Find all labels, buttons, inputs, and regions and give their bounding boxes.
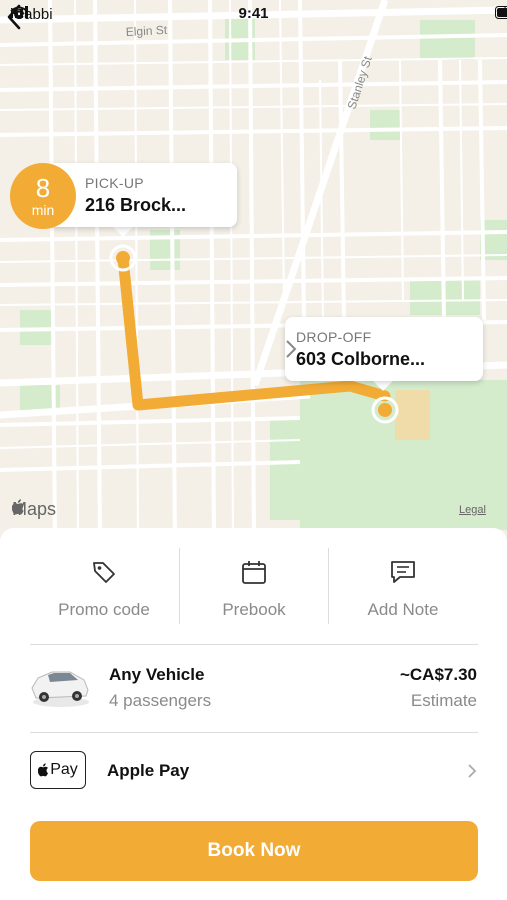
apple-pay-badge: Pay [30, 751, 86, 789]
promo-code-button[interactable]: Promo code [29, 548, 179, 628]
status-time: 9:41 [238, 5, 269, 22]
map-canvas: Elgin St Stanley St [0, 0, 507, 540]
vehicle-option[interactable]: Any Vehicle 4 passengers ~CA$7.30 Estima… [0, 646, 507, 732]
chevron-right-icon [286, 340, 297, 358]
fare-estimate-label: Estimate [410, 691, 477, 710]
apple-logo-icon [38, 763, 49, 777]
action-row: Promo code Prebook Add Note [0, 548, 507, 628]
legal-link[interactable]: Legal [459, 504, 486, 516]
apple-pay-badge-text: Pay [50, 761, 78, 778]
car-icon [31, 671, 89, 707]
pickup-address: 216 Brock... [85, 195, 187, 215]
back-arrow-icon[interactable] [0, 0, 30, 34]
add-note-button[interactable]: Add Note [328, 548, 478, 628]
note-icon [391, 561, 415, 583]
tag-icon [93, 562, 115, 583]
prebook-button[interactable]: Prebook [179, 548, 329, 628]
dropoff-label: DROP-OFF [296, 329, 372, 345]
eta-badge: 8 min [10, 163, 76, 229]
booking-sheet: Promo code Prebook Add Note Any Vehicle … [0, 528, 507, 900]
dropoff-address: 603 Colborne... [296, 349, 426, 369]
payment-method-name: Apple Pay [107, 761, 190, 780]
map-view[interactable]: Elgin St Stanley St iCabbi 9:41 8 min PI… [0, 0, 507, 540]
vehicle-name: Any Vehicle [109, 665, 205, 684]
eta-unit: min [31, 202, 55, 218]
add-note-label: Add Note [367, 600, 439, 619]
book-now-button[interactable]: Book Now [30, 821, 478, 881]
status-bar: iCabbi 9:41 [0, 0, 507, 30]
calendar-icon [242, 561, 266, 584]
pickup-callout[interactable]: PICK-UP 216 Brock... [48, 163, 237, 227]
promo-code-label: Promo code [58, 600, 150, 619]
dropoff-callout[interactable]: DROP-OFF 603 Colborne... [285, 317, 483, 381]
divider [30, 644, 478, 645]
eta-value: 8 [35, 173, 51, 203]
vehicle-passengers: 4 passengers [109, 691, 212, 710]
chevron-right-icon [468, 764, 477, 778]
pickup-label: PICK-UP [85, 175, 144, 191]
maps-attribution: Maps [12, 499, 56, 520]
payment-method-row[interactable]: Pay Apple Pay [0, 733, 507, 811]
prebook-label: Prebook [222, 600, 286, 619]
fare-price: ~CA$7.30 [399, 665, 477, 684]
apple-logo-icon [12, 499, 24, 515]
battery-icon [495, 6, 507, 19]
